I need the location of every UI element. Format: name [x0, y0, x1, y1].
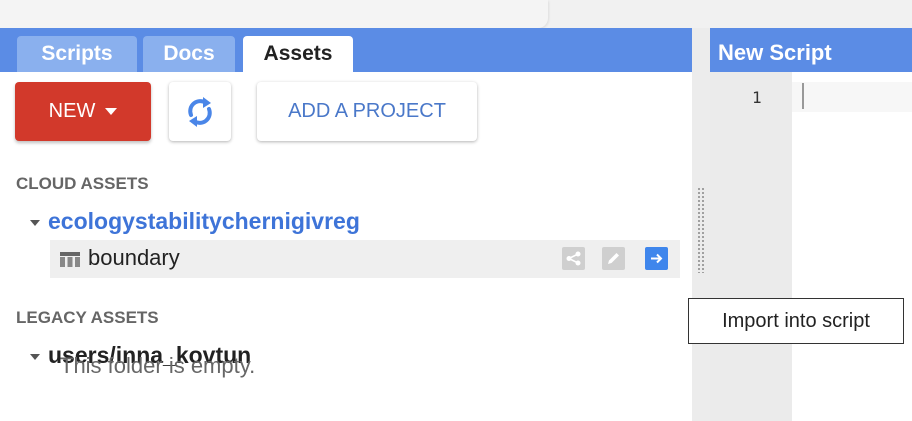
tab-docs[interactable]: Docs	[143, 36, 235, 72]
script-title: New Script	[718, 40, 832, 65]
arrow-right-icon	[651, 253, 663, 264]
expand-triangle-icon[interactable]	[30, 353, 40, 360]
cloud-assets-heading: CLOUD ASSETS	[16, 174, 149, 193]
line-number: 1	[752, 88, 762, 107]
table-icon	[60, 252, 80, 267]
editor-header: New Script	[710, 28, 912, 72]
share-button[interactable]	[562, 247, 585, 270]
expand-triangle-icon[interactable]	[30, 219, 40, 226]
add-project-button[interactable]: ADD A PROJECT	[257, 82, 477, 141]
top-strip-inner	[0, 0, 548, 28]
top-strip	[0, 0, 912, 28]
text-caret	[802, 83, 804, 109]
editor-panel: New Script 1	[710, 28, 912, 421]
edit-button[interactable]	[602, 247, 625, 270]
line-gutter	[710, 72, 792, 421]
cloud-project-node[interactable]: ecologystabilitychernigivreg	[30, 208, 360, 235]
active-line[interactable]	[792, 82, 912, 112]
import-tooltip: Import into script	[688, 298, 904, 344]
tab-scripts[interactable]: Scripts	[17, 36, 137, 72]
left-panel: Scripts Docs Assets NEW ADD A PROJECT CL…	[0, 28, 692, 421]
asset-name: boundary	[88, 245, 180, 270]
new-button[interactable]: NEW	[15, 82, 151, 141]
import-button[interactable]	[645, 247, 668, 270]
share-icon	[566, 251, 581, 266]
tab-bar: Scripts Docs Assets	[0, 28, 692, 72]
refresh-icon	[188, 96, 212, 127]
empty-folder-text: This folder is empty.	[60, 353, 256, 378]
refresh-button[interactable]	[169, 82, 231, 141]
new-button-label: NEW	[48, 100, 96, 122]
tab-assets[interactable]: Assets	[243, 36, 353, 72]
panel-splitter[interactable]	[692, 28, 710, 421]
asset-row-boundary[interactable]: boundary	[50, 240, 680, 278]
splitter-grip[interactable]	[697, 187, 705, 273]
caret-down-icon	[105, 108, 118, 115]
cloud-project-label: ecologystabilitychernigivreg	[48, 208, 360, 234]
pencil-icon	[608, 253, 619, 264]
legacy-assets-heading: LEGACY ASSETS	[16, 308, 159, 327]
